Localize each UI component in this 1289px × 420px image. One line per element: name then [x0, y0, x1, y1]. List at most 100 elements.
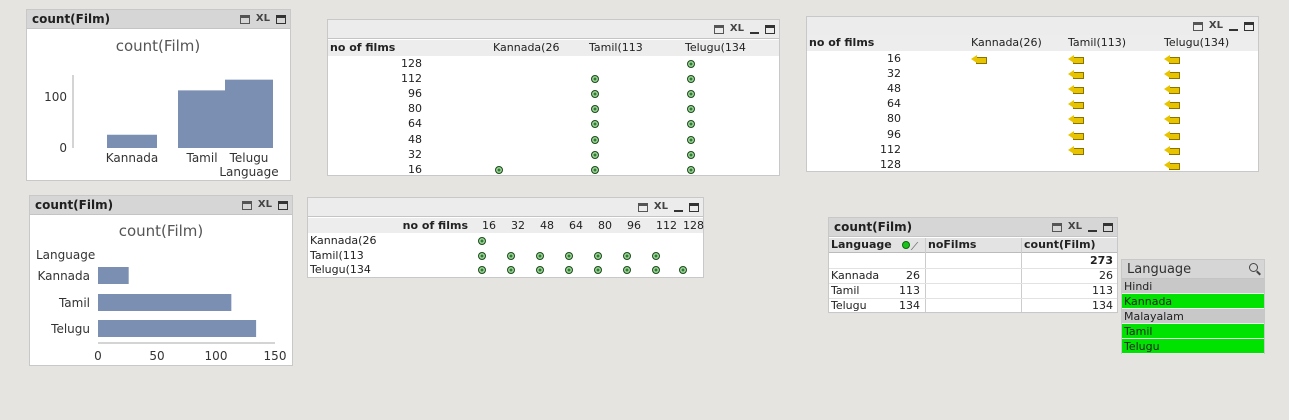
excel-icon[interactable]: XL [730, 22, 744, 36]
bar-chart-vertical[interactable]: count(Film) 0 100 Kannada Tamil TeluguLanguag… [27, 30, 290, 181]
green-dot-icon [478, 237, 486, 245]
bar-kannada[interactable] [98, 267, 129, 284]
left-arrow-icon [1164, 70, 1180, 80]
excel-icon[interactable]: XL [256, 12, 270, 26]
x-tick-label: 100 [205, 349, 228, 363]
left-arrow-icon [1164, 130, 1180, 140]
excel-icon[interactable]: XL [654, 200, 668, 214]
table-row[interactable]: Tamil 113 113 [829, 284, 1117, 299]
pivot-table-arrows[interactable]: XL no of films Kannada(26) Tamil(113) Telug… [806, 16, 1259, 172]
pivot-row-label: 32 [887, 67, 901, 81]
bar-telugu[interactable] [98, 320, 257, 337]
pivot-row-label: 16 [408, 162, 422, 176]
maximize-icon[interactable] [765, 24, 775, 34]
x-tick-label: 0 [94, 349, 102, 363]
pivot-row-label: 80 [408, 102, 422, 116]
chart-caption[interactable]: count(Film) XL [27, 10, 290, 29]
green-dot-icon [591, 165, 599, 174]
pivot-table-dots-transposed[interactable]: XL no of films 16 32 48 64 80 96 112 128 Kannada(… [307, 197, 704, 278]
print-icon[interactable] [1051, 222, 1062, 232]
green-dot-icon [623, 266, 631, 274]
listbox-language[interactable]: Language Hindi Kannada Malayalam Tamil Telug… [1121, 259, 1265, 354]
chart-object-vertical[interactable]: count(Film) XL count(Film) 0 100 Kannada Tam… [26, 9, 291, 181]
maximize-icon[interactable] [1244, 21, 1254, 31]
cell-language[interactable]: Kannada [831, 269, 879, 282]
minimize-icon[interactable] [1229, 22, 1238, 31]
excel-icon[interactable]: XL [258, 198, 272, 212]
green-dot-icon [687, 135, 695, 144]
green-dot-icon [536, 266, 544, 274]
minimize-icon[interactable] [1088, 223, 1097, 232]
x-tick-label: Kannada [106, 151, 159, 165]
maximize-icon[interactable] [1103, 222, 1113, 232]
pivot-column-header: 96 [627, 219, 641, 232]
pivot-row-label: Telugu(134 [310, 263, 371, 276]
column-header-nofilms[interactable]: noFilms [928, 238, 976, 251]
chart-object-horizontal[interactable]: count(Film) XL count(Film) Language Kannad… [29, 195, 293, 366]
maximize-icon[interactable] [689, 202, 699, 212]
bar-chart-horizontal[interactable]: count(Film) Language Kannada Tamil Telugu 0 50… [30, 216, 292, 366]
maximize-icon[interactable] [276, 14, 286, 24]
listbox-item-tamil[interactable]: Tamil [1122, 324, 1264, 339]
total-value: 273 [1090, 254, 1113, 267]
table-row[interactable]: Kannada 26 26 [829, 269, 1117, 284]
table-caption[interactable]: count(Film) XL [829, 218, 1117, 237]
x-tick-label: 50 [149, 349, 164, 363]
pivot-caption[interactable]: XL [308, 198, 703, 217]
print-icon[interactable] [239, 14, 250, 24]
pivot-body: no of films Kannada(26 Tamil(113 Telugu(134… [328, 40, 779, 176]
green-dot-icon [652, 266, 660, 274]
chart-title: count(Film) [116, 37, 201, 55]
bar-tamil[interactable] [98, 294, 232, 311]
left-arrow-icon [1164, 160, 1180, 170]
listbox-item-kannada[interactable]: Kannada [1122, 294, 1264, 309]
pivot-caption[interactable]: XL [807, 17, 1258, 36]
green-dot-icon [565, 251, 573, 260]
green-dot-icon [687, 60, 695, 68]
pivot-column-header: 128 [683, 219, 704, 232]
left-arrow-icon [1068, 55, 1084, 64]
maximize-icon[interactable] [278, 200, 288, 210]
chart-caption[interactable]: count(Film) XL [30, 196, 292, 215]
pivot-column-header: 16 [482, 219, 496, 232]
table-row[interactable]: Telugu 134 134 [829, 299, 1117, 314]
excel-icon[interactable]: XL [1209, 19, 1223, 33]
minimize-icon[interactable] [674, 203, 683, 212]
pivot-column-header: 112 [656, 219, 677, 232]
bar-kannada[interactable] [107, 134, 157, 148]
left-arrow-icon [1068, 100, 1084, 110]
print-icon[interactable] [637, 202, 648, 212]
pivot-column-header: Kannada(26) [971, 36, 1042, 49]
listbox-item-telugu[interactable]: Telugu [1122, 339, 1264, 354]
left-arrow-icon [1164, 85, 1180, 95]
cell-count: 26 [1099, 269, 1113, 282]
green-dot-icon [536, 251, 544, 260]
pivot-body: no of films Kannada(26) Tamil(113) Telugu(1… [807, 35, 1258, 171]
green-dot-icon [478, 251, 486, 260]
straight-table[interactable]: count(Film) XL Language noFilms count(Fi… [828, 217, 1118, 314]
column-header-language[interactable]: Language [831, 238, 892, 251]
cell-language[interactable]: Telugu [831, 299, 867, 312]
pivot-caption[interactable]: XL [328, 20, 779, 39]
bar-telugu[interactable] [225, 79, 273, 148]
pivot-table-dots[interactable]: XL no of films Kannada(26 Tamil(113 Telugu(… [327, 19, 780, 176]
print-icon[interactable] [1192, 21, 1203, 31]
cell-language[interactable]: Tamil [831, 284, 859, 297]
print-icon[interactable] [241, 200, 252, 210]
pivot-row-label: 96 [408, 87, 422, 101]
green-dot-icon [679, 266, 687, 274]
bar-tamil[interactable] [178, 90, 226, 148]
print-icon[interactable] [713, 24, 724, 34]
listbox-caption[interactable]: Language [1122, 260, 1264, 279]
pivot-row-label: 48 [887, 82, 901, 96]
pivot-row-label: 64 [887, 97, 901, 111]
chart-caption-title: count(Film) [35, 198, 114, 212]
left-arrow-icon [1164, 55, 1180, 64]
column-header-count[interactable]: count(Film) [1024, 238, 1096, 251]
excel-icon[interactable]: XL [1068, 220, 1082, 234]
chart-caption-title: count(Film) [32, 12, 111, 26]
listbox-item-malayalam[interactable]: Malayalam [1122, 309, 1264, 324]
minimize-icon[interactable] [750, 25, 759, 34]
cell-nofilms: 134 [899, 299, 920, 312]
listbox-item-hindi[interactable]: Hindi [1122, 279, 1264, 294]
